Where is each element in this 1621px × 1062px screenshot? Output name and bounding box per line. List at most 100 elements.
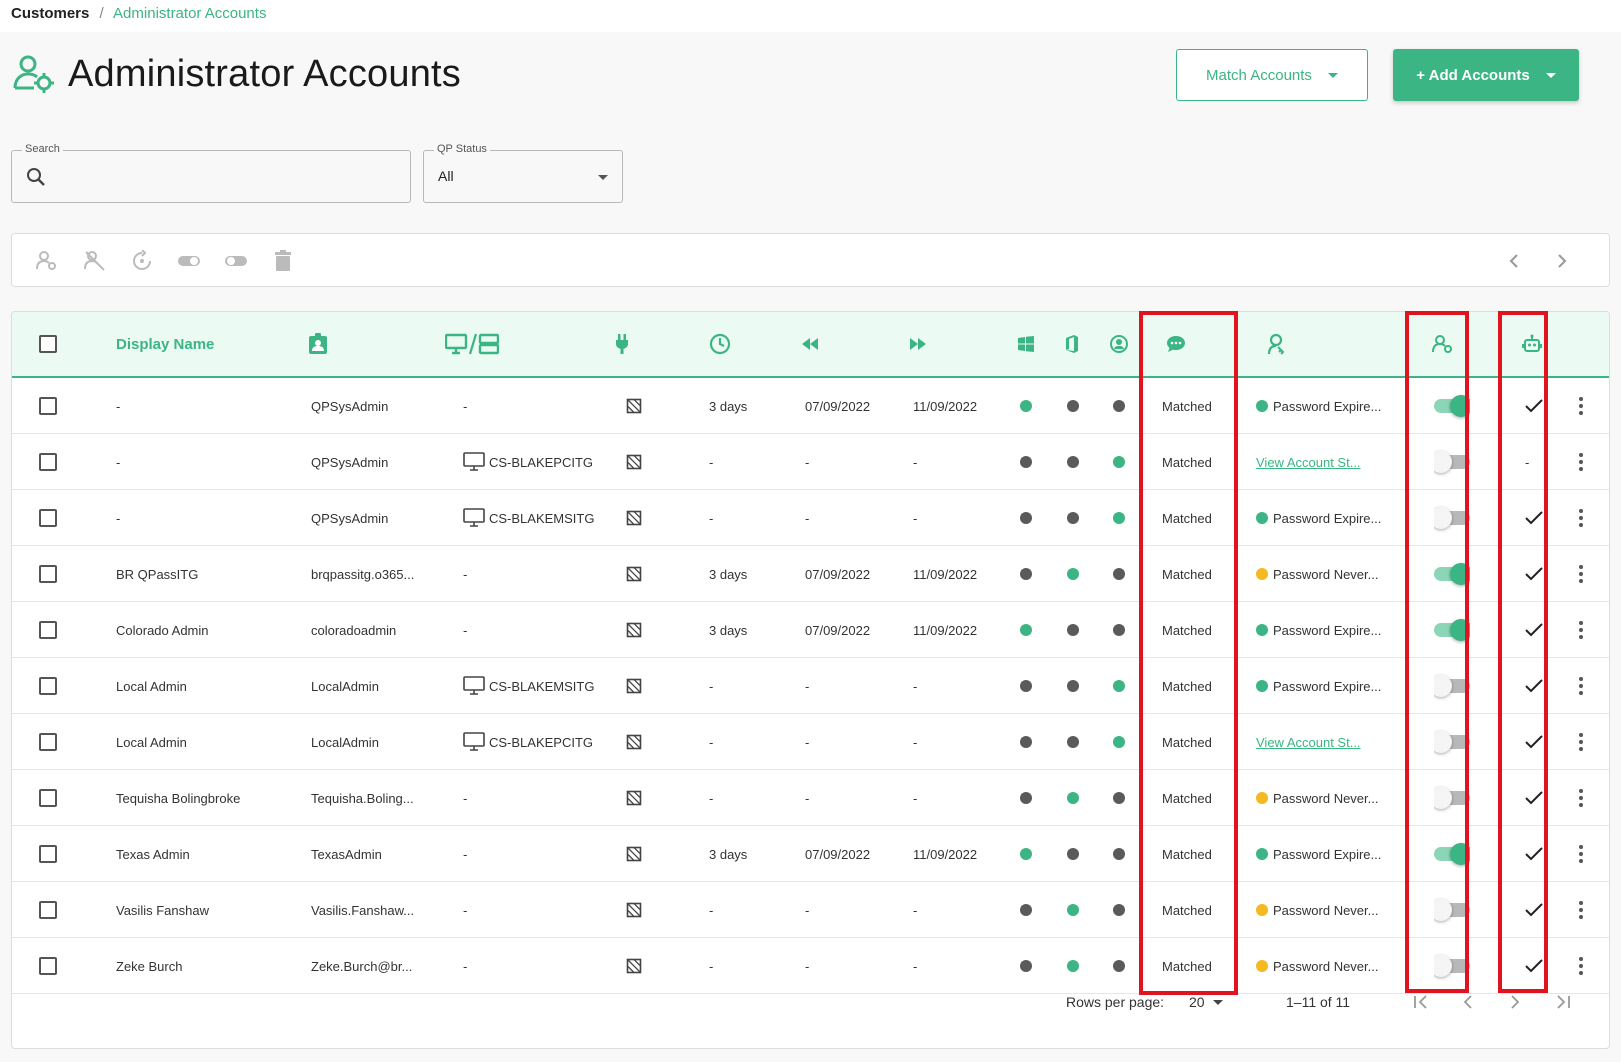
row-checkbox[interactable] [39,397,57,415]
column-managed[interactable] [1432,312,1454,376]
chevron-left-icon[interactable] [1501,248,1527,274]
table-row[interactable]: BR QPassITG brqpassitg.o365... - 3 days 07/0… [12,546,1609,602]
more-options-icon[interactable] [1579,677,1583,695]
no-connection-icon [626,790,642,806]
breadcrumb-customers-link[interactable]: Customers [11,5,89,22]
windows-status-dot [1020,848,1032,860]
column-last-rotation[interactable] [801,312,819,376]
toggle-knob [1450,395,1470,417]
managed-toggle[interactable] [1434,675,1470,697]
chevron-right-icon[interactable] [1549,248,1575,274]
row-checkbox[interactable] [39,733,57,751]
column-automation[interactable] [1522,312,1542,376]
computer-server-icon [445,333,499,355]
toggle-off-icon[interactable] [223,248,249,274]
user-status-dot [1113,680,1125,692]
automation-cell: - [1525,434,1529,490]
status-dot [1256,904,1268,916]
column-account-status[interactable] [1266,312,1286,376]
account-name: QPSysAdmin [311,510,389,526]
more-options-icon[interactable] [1579,733,1583,751]
status-dot [1256,960,1268,972]
managed-toggle[interactable] [1434,843,1470,865]
trash-icon[interactable] [270,248,296,274]
more-options-icon[interactable] [1579,901,1583,919]
previous-page-icon[interactable] [1454,988,1482,1016]
add-accounts-button[interactable]: + Add Accounts [1393,49,1579,101]
managed-toggle[interactable] [1434,619,1470,641]
toggle-on-icon[interactable] [176,248,202,274]
more-options-icon[interactable] [1579,621,1583,639]
next-rotation-date: - [913,902,918,918]
automation-empty: - [1525,454,1530,470]
table-row[interactable]: Vasilis Fanshaw Vasilis.Fanshaw... - - - - Mat… [12,882,1609,938]
rows-per-page-select[interactable]: 20 [1189,994,1223,1010]
column-device[interactable] [445,312,499,376]
last-page-icon[interactable] [1549,988,1577,1016]
more-options-icon[interactable] [1579,565,1583,583]
more-options-icon[interactable] [1579,957,1583,975]
column-user[interactable] [1110,312,1128,376]
managed-toggle[interactable] [1434,899,1470,921]
managed-toggle[interactable] [1434,955,1470,977]
row-checkbox[interactable] [39,789,57,807]
managed-toggle[interactable] [1434,787,1470,809]
display-name: Colorado Admin [116,622,209,638]
search-input[interactable] [58,161,398,193]
row-checkbox[interactable] [39,845,57,863]
more-options-icon[interactable] [1579,397,1583,415]
table-row[interactable]: Texas Admin TexasAdmin - 3 days 07/09/2022 11… [12,826,1609,882]
account-status: Password Never... [1256,959,1379,974]
column-windows[interactable] [1018,312,1034,376]
more-options-icon[interactable] [1579,453,1583,471]
match-accounts-button[interactable]: Match Accounts [1176,49,1368,101]
managed-toggle[interactable] [1434,731,1470,753]
managed-toggle[interactable] [1434,563,1470,585]
status-dot [1256,792,1268,804]
view-account-status-link[interactable]: View Account St... [1256,735,1361,750]
windows-status-dot [1020,568,1032,580]
row-checkbox[interactable] [39,957,57,975]
manage-account-icon[interactable] [34,248,60,274]
no-connection-icon [626,566,642,582]
table-row[interactable]: - QPSysAdmin - 3 days 07/09/2022 11/09/2022 Ma… [12,378,1609,434]
more-options-icon[interactable] [1579,845,1583,863]
row-checkbox[interactable] [39,565,57,583]
more-options-icon[interactable] [1579,789,1583,807]
managed-toggle[interactable] [1434,451,1470,473]
row-checkbox[interactable] [39,621,57,639]
column-account[interactable] [308,312,328,376]
table-row[interactable]: - QPSysAdmin CS-BLAKEMSITG - - - Matched Passwo… [12,490,1609,546]
view-account-status-link[interactable]: View Account St... [1256,455,1361,470]
row-checkbox[interactable] [39,509,57,527]
table-row[interactable]: Colorado Admin coloradoadmin - 3 days 07/09/… [12,602,1609,658]
column-display-name[interactable]: Display Name [116,312,214,376]
column-match-status[interactable] [1166,312,1186,376]
last-rotation-date: - [805,454,810,470]
more-options-icon[interactable] [1579,509,1583,527]
table-row[interactable]: Tequisha Bolingbroke Tequisha.Boling... - -… [12,770,1609,826]
office-status-dot [1067,400,1079,412]
row-checkbox[interactable] [39,677,57,695]
user-status-dot [1113,512,1125,524]
row-checkbox[interactable] [39,901,57,919]
next-page-icon[interactable] [1501,988,1529,1016]
select-all-checkbox[interactable] [39,335,57,353]
last-rotation-date: - [805,678,810,694]
column-schedule[interactable] [709,312,731,376]
table-row[interactable]: Local Admin LocalAdmin CS-BLAKEPCITG - - - Mat… [12,714,1609,770]
table-row[interactable]: Local Admin LocalAdmin CS-BLAKEMSITG - - - Mat… [12,658,1609,714]
unmanage-account-icon[interactable] [82,248,108,274]
display-name: Tequisha Bolingbroke [116,790,241,806]
column-office[interactable] [1065,312,1079,376]
table-row[interactable]: - QPSysAdmin CS-BLAKEPCITG - - - Matched View A… [12,434,1609,490]
managed-toggle[interactable] [1434,395,1470,417]
first-page-icon[interactable] [1407,988,1435,1016]
match-status: Matched [1162,678,1212,694]
column-next-rotation[interactable] [909,312,927,376]
managed-toggle[interactable] [1434,507,1470,529]
rotate-password-icon[interactable] [129,248,155,274]
qp-status-select[interactable]: QP Status All [423,143,623,203]
column-connection[interactable] [614,312,630,376]
row-checkbox[interactable] [39,453,57,471]
